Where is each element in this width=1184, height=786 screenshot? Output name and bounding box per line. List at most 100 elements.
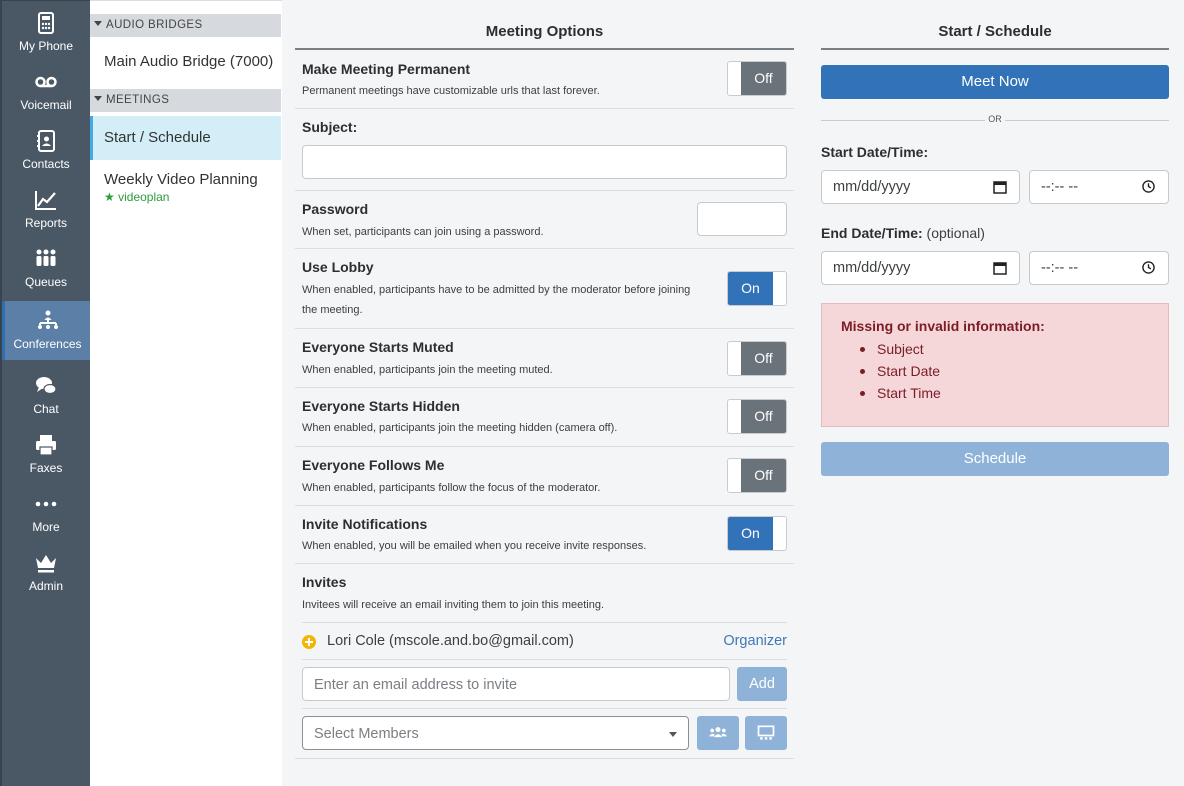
nav-voicemail[interactable]: Voicemail [2, 60, 90, 119]
or-label: OR [985, 114, 1005, 124]
crown-icon [36, 555, 56, 573]
start-time-value: --:-- -- [1041, 179, 1079, 195]
start-schedule-heading: Start / Schedule [821, 23, 1169, 50]
lobby-desc: When enabled, participants have to be ad… [302, 284, 691, 316]
nav-label: Conferences [13, 337, 82, 351]
meetings-header[interactable]: MEETINGS [90, 89, 281, 112]
select-members-value: Select Members [314, 726, 419, 742]
nav-admin[interactable]: Admin [2, 541, 90, 600]
invites-desc: Invitees will receive an email inviting … [302, 599, 605, 611]
conference-icon [37, 310, 58, 329]
email-invite-input[interactable]: Enter an email address to invite [302, 667, 730, 701]
hidden-title: Everyone Starts Hidden [302, 398, 460, 414]
fax-icon [36, 435, 56, 456]
nav-queues[interactable]: Queues [2, 237, 90, 296]
toggle-state: On [728, 517, 773, 550]
nav-label: Reports [24, 216, 68, 230]
plus-circle-icon[interactable] [302, 635, 316, 649]
lobby-toggle[interactable]: On [727, 271, 787, 306]
end-time-input[interactable]: --:-- -- [1029, 251, 1169, 285]
nav-label: Voicemail [20, 98, 72, 112]
calendar-icon[interactable] [993, 180, 1007, 194]
more-dots-icon [35, 501, 57, 507]
toggle-state: Off [741, 459, 786, 492]
permanent-toggle[interactable]: Off [727, 61, 787, 96]
notify-title: Invite Notifications [302, 516, 428, 532]
notify-desc: When enabled, you will be emailed when y… [302, 540, 647, 552]
voicemail-icon [35, 76, 57, 88]
meeting-options-heading: Meeting Options [295, 23, 794, 50]
nav-chat[interactable]: Chat [2, 364, 90, 423]
validation-alert: Missing or invalid information: Subject … [821, 303, 1169, 427]
toggle-state: Off [741, 342, 786, 375]
error-list: Subject Start Date Start Time [860, 338, 941, 404]
section-label: MEETINGS [106, 94, 170, 106]
permanent-desc: Permanent meetings have customizable url… [302, 85, 600, 97]
nav-my-phone[interactable]: My Phone [2, 1, 90, 60]
toggle-state: Off [741, 62, 786, 95]
error-item: Start Date [860, 360, 941, 382]
hidden-row: Everyone Starts Hidden When enabled, par… [295, 388, 794, 447]
weekly-video-planning-item[interactable]: Weekly Video Planning ★ videoplan [90, 171, 281, 204]
nav-conferences[interactable]: Conferences [2, 301, 90, 360]
muted-title: Everyone Starts Muted [302, 339, 454, 355]
audio-bridge-item[interactable]: Main Audio Bridge (7000) [90, 53, 281, 70]
contacts-icon [37, 130, 55, 152]
nav-label: My Phone [18, 39, 74, 53]
chevron-down-icon [669, 732, 677, 737]
clock-icon[interactable] [1142, 180, 1155, 193]
nav-label: More [32, 520, 60, 534]
main-nav: My Phone Voicemail Contacts Reports Queu… [0, 0, 90, 786]
invitee-row: Lori Cole (mscole.and.bo@gmail.com) Orga… [302, 622, 787, 660]
start-schedule-item[interactable]: Start / Schedule [90, 116, 281, 160]
muted-toggle[interactable]: Off [727, 341, 787, 376]
hidden-desc: When enabled, participants join the meet… [302, 422, 618, 434]
nav-reports[interactable]: Reports [2, 178, 90, 237]
start-label: Start Date/Time: [821, 144, 929, 160]
select-members-dropdown[interactable]: Select Members [302, 716, 689, 750]
clock-icon[interactable] [1142, 261, 1155, 274]
section-label: AUDIO BRIDGES [106, 19, 203, 31]
add-invite-button[interactable]: Add [737, 667, 787, 701]
toggle-state: On [728, 272, 773, 305]
start-time-input[interactable]: --:-- -- [1029, 170, 1169, 204]
caret-down-icon [94, 96, 102, 101]
conference-list-panel: AUDIO BRIDGES Main Audio Bridge (7000) M… [90, 0, 282, 786]
notify-toggle[interactable]: On [727, 516, 787, 551]
invites-title: Invites [302, 574, 347, 590]
end-label-text: End Date/Time: [821, 225, 923, 241]
users-group-icon [708, 727, 728, 738]
audio-bridges-header[interactable]: AUDIO BRIDGES [90, 14, 281, 37]
password-title: Password [302, 201, 369, 217]
subject-input[interactable] [302, 145, 787, 179]
star-icon: ★ [104, 190, 115, 204]
meet-now-button[interactable]: Meet Now [821, 65, 1169, 99]
meeting-url: ★ videoplan [104, 190, 281, 204]
schedule-button[interactable]: Schedule [821, 442, 1169, 476]
add-room-button[interactable] [745, 716, 787, 750]
nav-label: Faxes [29, 461, 63, 475]
caret-down-icon [94, 21, 102, 26]
meeting-slug: videoplan [118, 190, 170, 204]
error-item: Start Time [860, 382, 941, 404]
calendar-icon[interactable] [993, 261, 1007, 275]
follows-toggle[interactable]: Off [727, 458, 787, 493]
toggle-state: Off [741, 400, 786, 433]
subject-title: Subject: [302, 119, 358, 135]
password-input[interactable] [697, 202, 787, 236]
subject-row: Subject: [295, 109, 794, 191]
nav-label: Admin [28, 579, 63, 593]
nav-label: Contacts [22, 157, 70, 171]
notify-row: Invite Notifications When enabled, you w… [295, 506, 794, 564]
start-date-input[interactable]: mm/dd/yyyy [821, 170, 1020, 204]
end-date-input[interactable]: mm/dd/yyyy [821, 251, 1020, 285]
muted-row: Everyone Starts Muted When enabled, part… [295, 329, 794, 388]
nav-more[interactable]: More [2, 482, 90, 541]
add-group-button[interactable] [697, 716, 739, 750]
nav-faxes[interactable]: Faxes [2, 423, 90, 482]
hidden-toggle[interactable]: Off [727, 399, 787, 434]
error-item: Subject [860, 338, 941, 360]
phone-icon [38, 12, 54, 34]
nav-label: Queues [24, 275, 68, 289]
nav-contacts[interactable]: Contacts [2, 119, 90, 178]
